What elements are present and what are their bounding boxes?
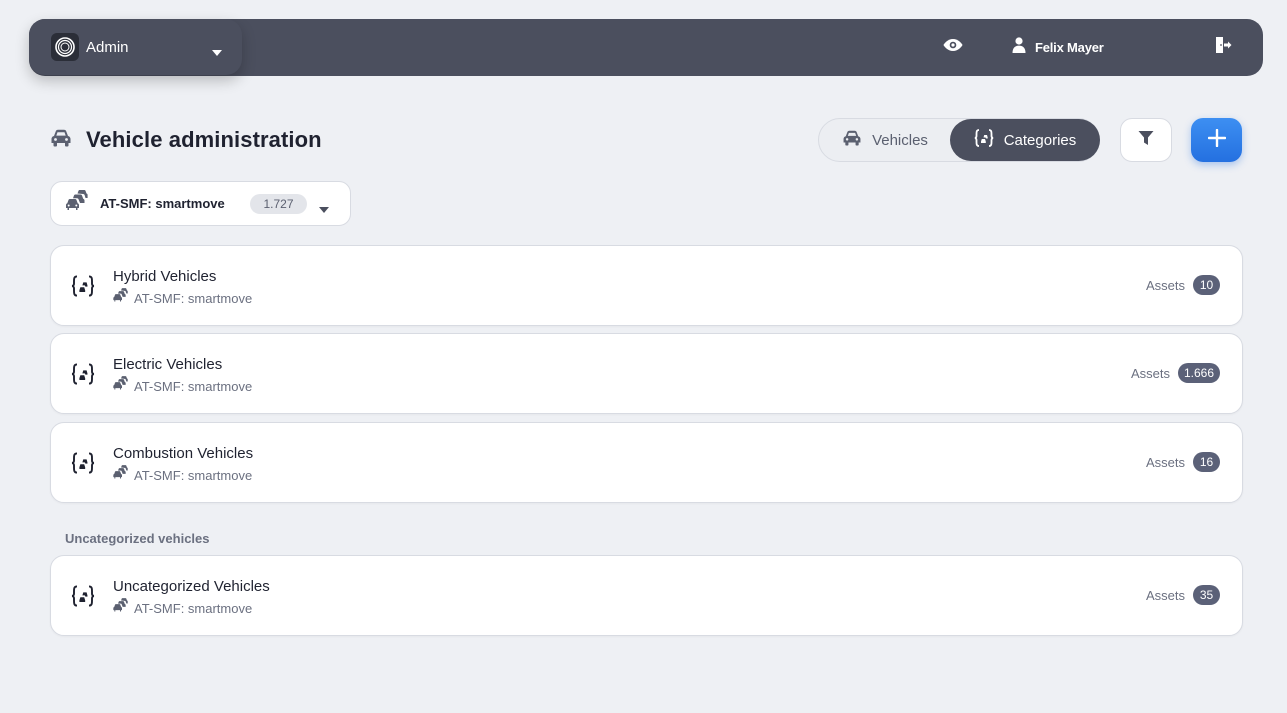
app-logo-icon — [51, 33, 79, 61]
category-icon — [71, 451, 95, 480]
logout-button[interactable] — [1213, 19, 1233, 76]
fleet-cars-icon — [112, 288, 128, 308]
category-assets: Assets 10 — [1146, 275, 1220, 295]
page-title: Vehicle administration — [86, 127, 322, 152]
role-switcher[interactable]: Admin — [29, 19, 242, 75]
user-icon — [1012, 37, 1026, 58]
plus-icon — [1207, 128, 1226, 152]
fleet-cars-icon — [64, 190, 88, 217]
assets-label: Assets — [1130, 365, 1170, 381]
category-assets: Assets 16 — [1146, 452, 1220, 472]
category-fleet: AT-SMF: smartmove — [112, 598, 252, 618]
category-assets: Assets 1.666 — [1131, 363, 1220, 383]
fleet-vehicle-count: 1.727 — [250, 194, 307, 214]
category-card-combustion[interactable]: Combustion Vehicles AT-SMF: smartmove As… — [50, 422, 1243, 503]
assets-label: Assets — [1145, 277, 1185, 293]
preview-button[interactable] — [942, 19, 964, 76]
chevron-down-icon — [319, 200, 329, 218]
category-title: Uncategorized Vehicles — [113, 578, 270, 595]
filter-icon — [1138, 130, 1154, 151]
category-title: Electric Vehicles — [113, 356, 223, 373]
assets-count-badge: 16 — [1193, 452, 1220, 472]
assets-count-badge: 35 — [1193, 585, 1220, 605]
tab-vehicles[interactable]: Vehicles — [819, 119, 951, 161]
category-icon — [71, 584, 95, 613]
fleet-selector[interactable]: AT-SMF: smartmove 1.727 — [50, 181, 351, 226]
tab-categories[interactable]: Categories — [950, 119, 1100, 161]
fleet-cars-icon — [112, 465, 128, 485]
category-fleet: AT-SMF: smartmove — [112, 376, 252, 396]
category-card-hybrid[interactable]: Hybrid Vehicles AT-SMF: smartmove Assets… — [50, 245, 1243, 326]
fleet-name: AT-SMF: smartmove — [100, 196, 225, 211]
user-name: Felix Mayer — [1035, 40, 1104, 55]
assets-label: Assets — [1145, 454, 1185, 470]
filter-button[interactable] — [1120, 118, 1172, 162]
assets-count-badge: 1.666 — [1177, 363, 1220, 383]
tab-vehicles-label: Vehicles — [872, 131, 928, 149]
fleet-cars-icon — [112, 376, 128, 396]
view-toggle: Vehicles Categories — [818, 118, 1100, 162]
eye-icon — [943, 38, 963, 57]
fleet-cars-icon — [112, 598, 128, 618]
category-fleet-name: AT-SMF: smartmove — [134, 290, 253, 306]
category-fleet-name: AT-SMF: smartmove — [134, 378, 253, 394]
category-icon — [974, 128, 994, 152]
category-assets: Assets 35 — [1146, 585, 1220, 605]
section-title-uncategorized: Uncategorized vehicles — [65, 531, 210, 546]
category-card-uncategorized[interactable]: Uncategorized Vehicles AT-SMF: smartmove… — [50, 555, 1243, 636]
logout-door-icon — [1214, 36, 1232, 59]
assets-count-badge: 10 — [1193, 275, 1220, 295]
category-icon — [71, 274, 95, 303]
category-icon — [71, 362, 95, 391]
user-menu[interactable]: Felix Mayer — [1012, 19, 1104, 76]
category-fleet: AT-SMF: smartmove — [112, 465, 252, 485]
tab-categories-label: Categories — [1003, 131, 1077, 149]
chevron-down-icon — [212, 43, 222, 61]
car-icon — [50, 129, 72, 152]
role-label: Admin — [86, 38, 129, 56]
add-category-button[interactable] — [1191, 118, 1242, 162]
assets-label: Assets — [1145, 587, 1185, 603]
category-title: Combustion Vehicles — [113, 445, 254, 462]
category-fleet-name: AT-SMF: smartmove — [134, 467, 253, 483]
category-card-electric[interactable]: Electric Vehicles AT-SMF: smartmove Asse… — [50, 333, 1243, 414]
car-icon — [842, 130, 862, 150]
page-header: Vehicle administration — [50, 122, 322, 158]
category-title: Hybrid Vehicles — [113, 268, 217, 285]
category-fleet: AT-SMF: smartmove — [112, 288, 252, 308]
category-fleet-name: AT-SMF: smartmove — [134, 600, 253, 616]
